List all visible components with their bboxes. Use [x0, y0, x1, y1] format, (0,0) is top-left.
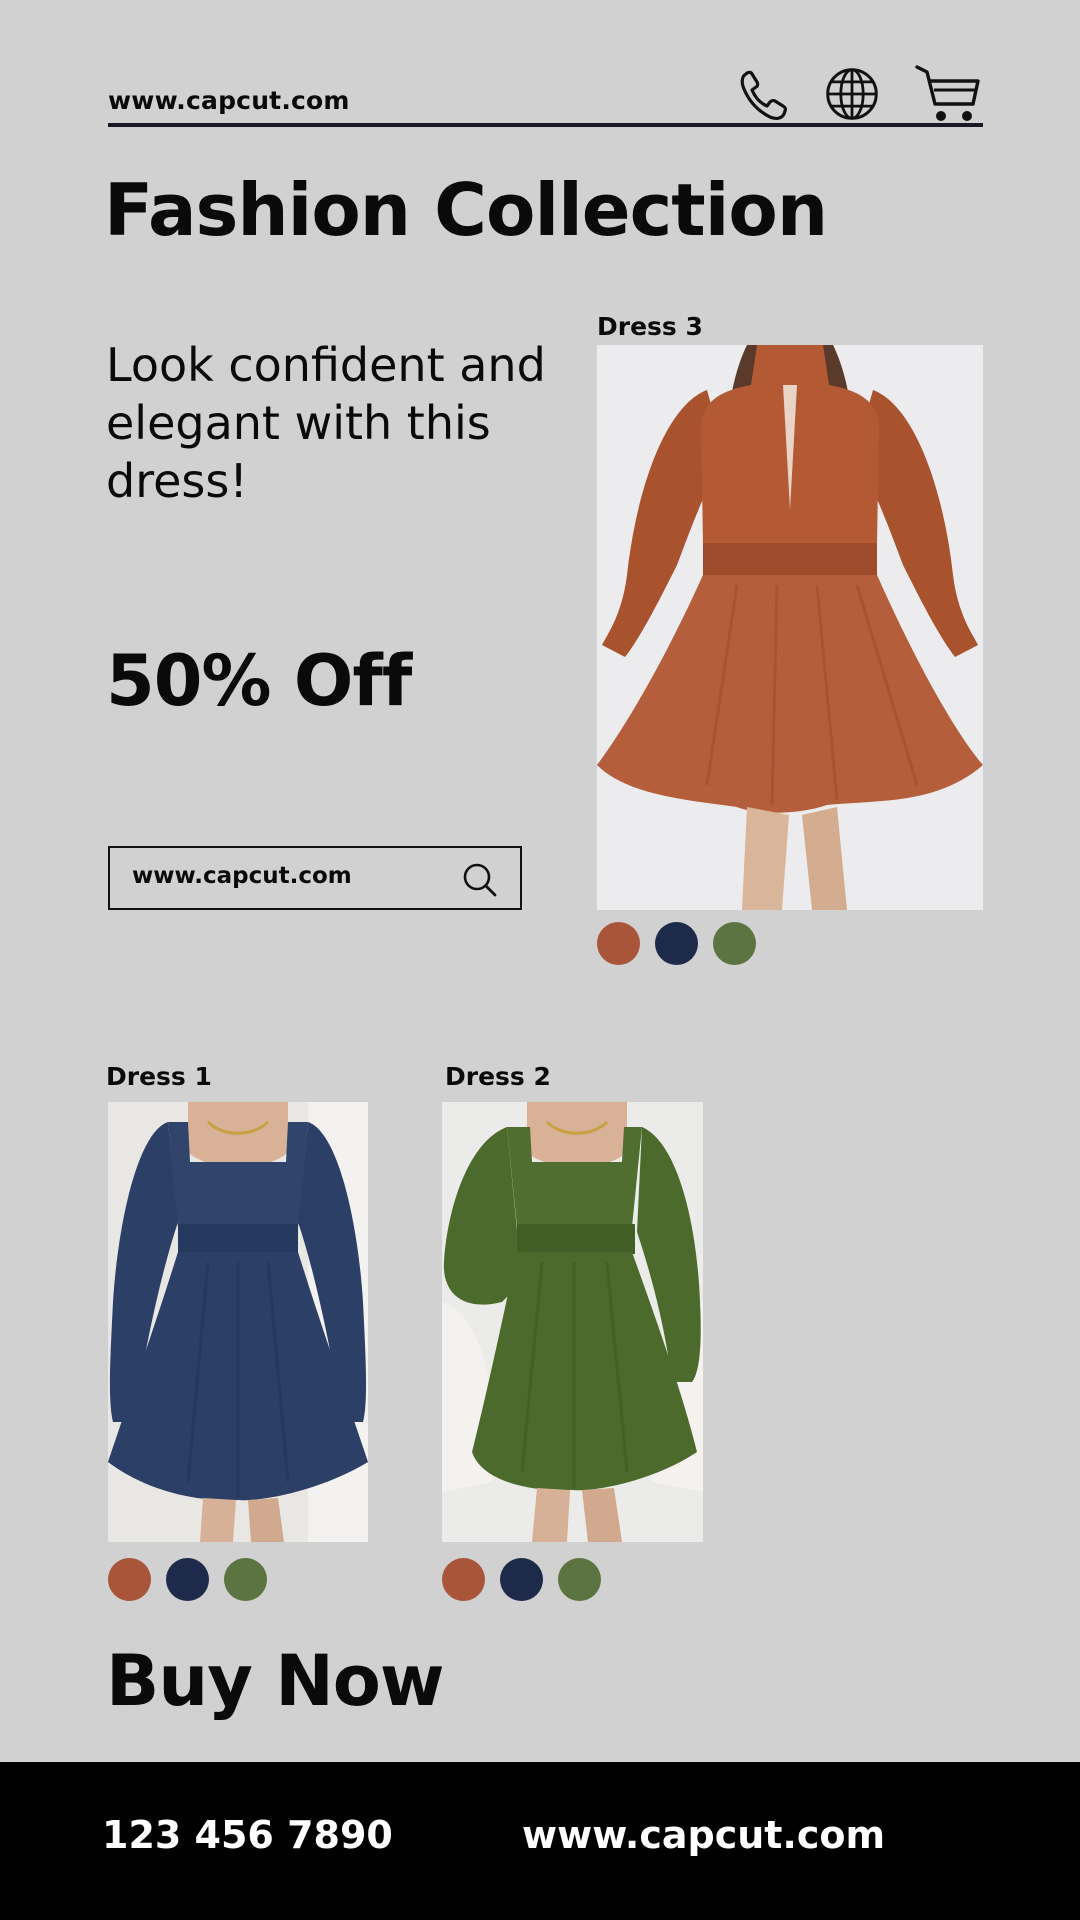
tagline: Look confident and elegant with this dre…	[106, 338, 546, 508]
search-field[interactable]: www.capcut.com	[108, 846, 522, 910]
header-divider	[108, 123, 983, 127]
globe-icon[interactable]	[824, 64, 880, 124]
swatch-rust[interactable]	[442, 1558, 485, 1601]
product-image-dress-2[interactable]	[442, 1102, 703, 1542]
cart-icon[interactable]	[915, 64, 981, 124]
phone-icon[interactable]	[736, 64, 792, 124]
buy-now-button[interactable]: Buy Now	[106, 1640, 445, 1722]
swatch-olive[interactable]	[224, 1558, 267, 1601]
footer-url[interactable]: www.capcut.com	[522, 1813, 885, 1857]
product-label-dress-3: Dress 3	[597, 312, 703, 341]
swatch-navy[interactable]	[166, 1558, 209, 1601]
product-label-dress-1: Dress 1	[106, 1062, 212, 1091]
page-title: Fashion Collection	[104, 168, 828, 252]
product-image-dress-3[interactable]	[597, 345, 983, 910]
discount-text: 50% Off	[106, 640, 412, 722]
search-icon[interactable]	[462, 862, 498, 898]
swatch-navy[interactable]	[655, 922, 698, 965]
search-value[interactable]: www.capcut.com	[132, 863, 352, 889]
swatch-olive[interactable]	[558, 1558, 601, 1601]
swatch-rust[interactable]	[108, 1558, 151, 1601]
product-image-dress-1[interactable]	[108, 1102, 368, 1542]
footer-phone[interactable]: 123 456 7890	[102, 1813, 393, 1857]
swatch-rust[interactable]	[597, 922, 640, 965]
swatch-olive[interactable]	[713, 922, 756, 965]
swatch-navy[interactable]	[500, 1558, 543, 1601]
product-label-dress-2: Dress 2	[445, 1062, 551, 1091]
site-url[interactable]: www.capcut.com	[108, 86, 350, 115]
